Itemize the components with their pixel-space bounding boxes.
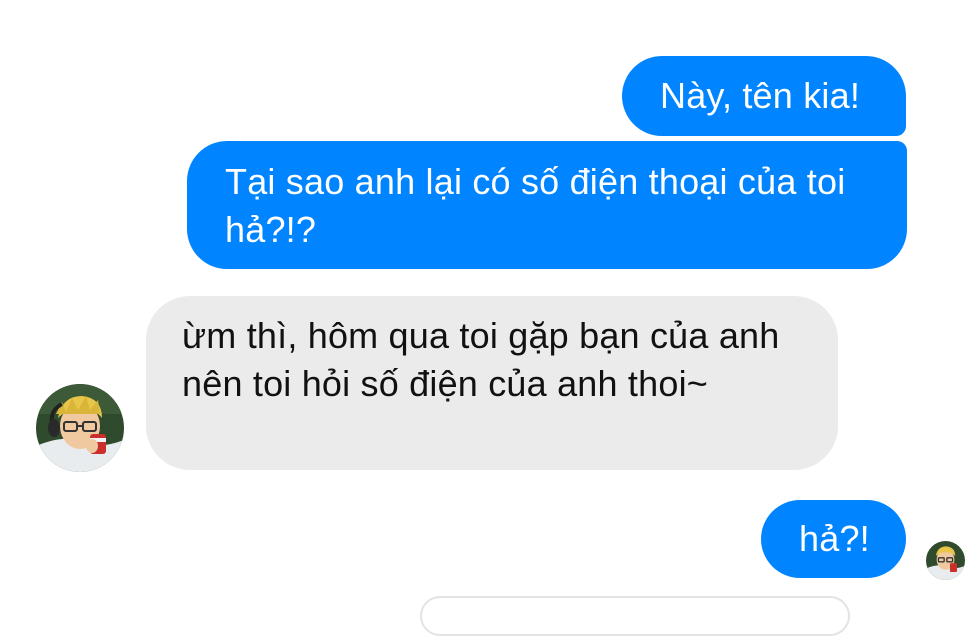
seen-avatar-image [926,541,965,580]
next-message-bubble-partial [420,596,850,636]
message-text: Tại sao anh lại có số điện thoại của toi… [225,161,846,250]
message-text: ừm thì, hôm qua toi gặp bạn của anh nên … [182,315,780,404]
sent-message-bubble[interactable]: hả?! [761,500,906,578]
message-text: Này, tên kia! [660,75,861,116]
received-message-bubble[interactable]: ừm thì, hôm qua toi gặp bạn của anh nên … [146,296,838,470]
message-text: hả?! [799,518,870,559]
contact-avatar-image [36,384,124,472]
sent-message-bubble[interactable]: Tại sao anh lại có số điện thoại của toi… [187,141,907,269]
sent-message-bubble[interactable]: Này, tên kia! [622,56,906,136]
contact-avatar-icon[interactable] [36,384,124,472]
seen-avatar-icon [926,541,965,580]
